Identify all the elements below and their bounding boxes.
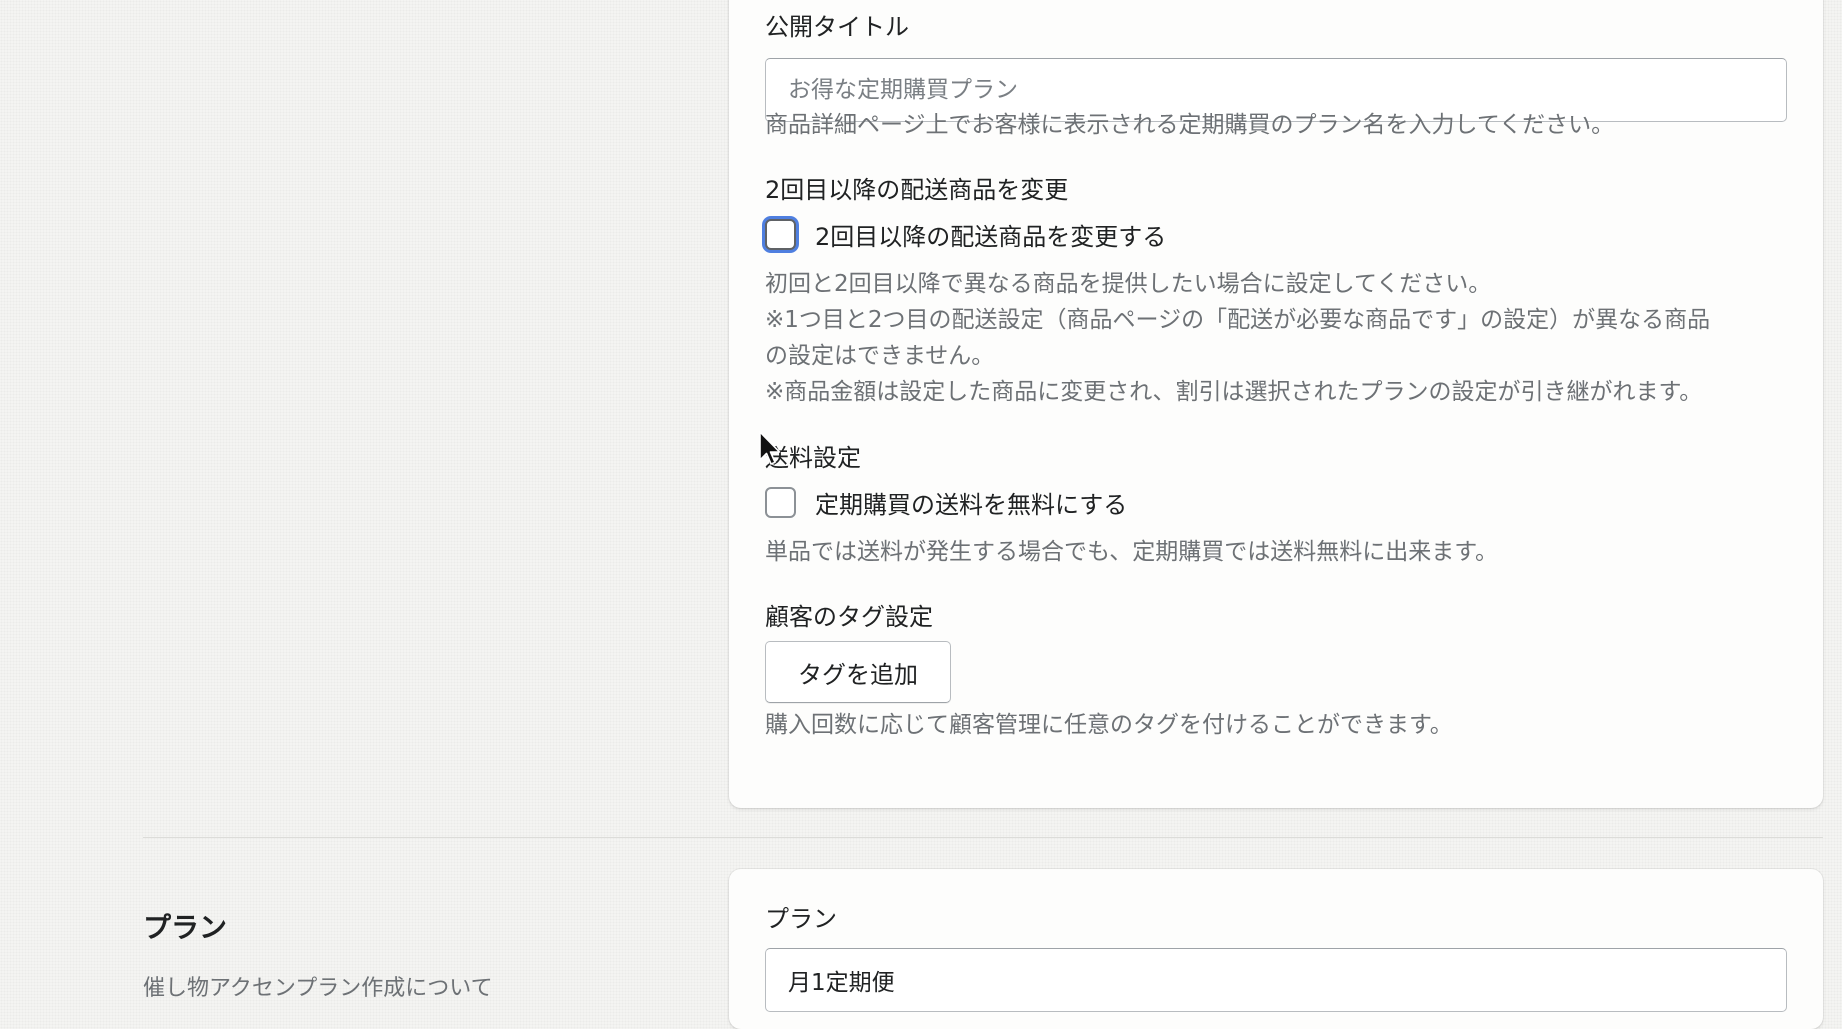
plan-card: プラン [729,869,1823,1029]
free-shipping-checkbox-row[interactable]: 定期購買の送料を無料にする [765,485,1127,520]
free-shipping-checkbox[interactable] [765,487,796,518]
change-products-checkbox-label[interactable]: 2回目以降の配送商品を変更する [815,217,1166,252]
section-divider [143,837,1823,838]
add-tag-button[interactable]: タグを追加 [765,641,951,703]
change-products-checkbox-row[interactable]: 2回目以降の配送商品を変更する [765,217,1166,252]
change-products-checkbox[interactable] [765,219,796,250]
public-title-label: 公開タイトル [765,13,909,41]
customer-tags-help: 購入回数に応じて顧客管理に任意のタグを付けることができます。 [765,712,1453,738]
change-products-help-line-2: ※1つ目と2つ目の配送設定（商品ページの「配送が必要な商品です」の設定）が異なる… [765,307,1711,333]
change-products-help-line-3: の設定はできません。 [765,343,995,369]
subscription-settings-card: 公開タイトル 商品詳細ページ上でお客様に表示される定期購買のプラン名を入力してく… [729,0,1823,808]
change-products-label: 2回目以降の配送商品を変更 [765,176,1069,204]
plan-field-label: プラン [765,905,837,933]
plan-section-description: 催し物アクセンプラン作成について [143,976,493,1001]
customer-tags-label: 顧客のタグ設定 [765,603,933,631]
free-shipping-checkbox-label[interactable]: 定期購買の送料を無料にする [815,485,1127,520]
change-products-help-line-1: 初回と2回目以降で異なる商品を提供したい場合に設定してください。 [765,271,1492,297]
plan-name-input[interactable] [765,948,1787,1012]
public-title-help: 商品詳細ページ上でお客様に表示される定期購買のプラン名を入力してください。 [765,112,1615,138]
change-products-help-line-4: ※商品金額は設定した商品に変更され、割引は選択されたプランの設定が引き継がれます… [765,379,1703,405]
plan-section-heading: プラン [143,911,228,944]
shipping-label: 送料設定 [765,444,861,472]
shipping-help: 単品では送料が発生する場合でも、定期購買では送料無料に出来ます。 [765,539,1499,565]
